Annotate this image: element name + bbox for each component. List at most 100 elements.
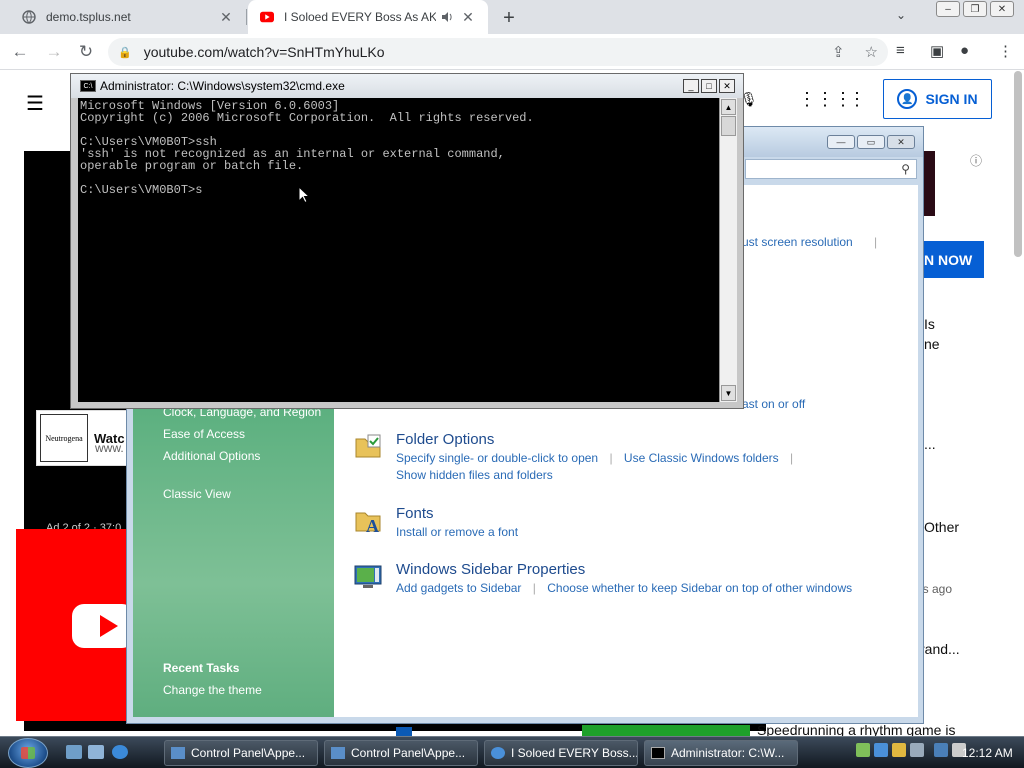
tab-close-icon[interactable]: ✕: [218, 9, 234, 25]
recent-tasks-heading: Recent Tasks: [163, 661, 240, 675]
side-text: Other: [924, 519, 960, 535]
chrome-icon: [491, 747, 505, 759]
tab-youtube-video[interactable]: I Soloed EVERY Boss As AKA ✕: [248, 0, 488, 34]
new-tab-button[interactable]: +: [498, 7, 520, 29]
maximize-button[interactable]: □: [701, 79, 717, 93]
scroll-up-arrow-icon[interactable]: ▲: [721, 99, 736, 115]
globe-icon: [22, 10, 36, 24]
tray-app-icon[interactable]: [874, 743, 888, 757]
control-panel-icon: [331, 747, 345, 759]
mouse-pointer-icon: [298, 186, 310, 204]
info-icon[interactable]: ⓘ: [970, 152, 982, 169]
youtube-icon: [260, 10, 274, 24]
sidebar-properties-link[interactable]: Choose whether to keep Sidebar on top of…: [547, 581, 852, 595]
browser-toolbar: ← → ↻ 🔒 youtube.com/watch?v=SnHTmYhuLKo …: [0, 34, 1024, 70]
bookmark-star-icon[interactable]: ☆: [865, 43, 878, 61]
link-separator: |: [609, 451, 613, 465]
side-thumbnail[interactable]: [924, 151, 935, 216]
folder-options-link[interactable]: Specify single- or double-click to open: [396, 451, 598, 465]
recent-task-change-theme[interactable]: Change the theme: [163, 683, 262, 697]
ad-logo: Neutrogena: [40, 414, 88, 462]
maximize-button[interactable]: ▭: [857, 135, 885, 149]
apps-grid-icon[interactable]: ⋮⋮⋮: [798, 89, 852, 110]
chrome-menu-icon[interactable]: ⋮: [998, 42, 1013, 60]
share-icon[interactable]: ⇪: [832, 43, 845, 61]
restore-button[interactable]: ❐: [963, 1, 987, 17]
sidebar-item-ease-of-access[interactable]: Ease of Access: [163, 427, 245, 441]
internet-explorer-icon[interactable]: [112, 745, 128, 759]
lock-icon: 🔒: [118, 46, 132, 59]
scroll-thumb[interactable]: [721, 116, 736, 136]
folder-options-link[interactable]: Show hidden files and folders: [396, 468, 553, 482]
reload-icon[interactable]: ↻: [74, 40, 98, 64]
tab-demo-tsplus[interactable]: demo.tsplus.net ✕: [10, 0, 246, 34]
sign-in-label: SIGN IN: [925, 91, 978, 107]
control-panel-icon: [171, 747, 185, 759]
tray-app-icon[interactable]: [910, 743, 924, 757]
tray-app-icon[interactable]: [856, 743, 870, 757]
start-button[interactable]: [8, 738, 48, 768]
console-output[interactable]: Microsoft Windows [Version 6.0.6003] Cop…: [78, 98, 719, 402]
fonts-icon: A: [355, 512, 381, 535]
more-options-icon[interactable]: ⋮: [848, 89, 866, 110]
tab-close-icon[interactable]: ✕: [460, 9, 476, 25]
hamburger-menu-icon[interactable]: ☰: [26, 91, 44, 116]
minimize-button[interactable]: –: [936, 1, 960, 17]
cmd-window: C:\ Administrator: C:\Windows\system32\c…: [70, 73, 744, 409]
taskbar-item-label: Control Panel\Appe...: [351, 746, 466, 760]
close-button[interactable]: ✕: [887, 135, 915, 149]
side-text: rand...: [920, 641, 960, 657]
taskbar-item-control-panel[interactable]: Control Panel\Appe...: [324, 740, 478, 766]
ad-card[interactable]: Neutrogena Watc www.: [36, 410, 136, 466]
tab-search-chevron-icon[interactable]: ⌄: [896, 8, 906, 22]
media-control-icon[interactable]: ≡: [896, 42, 905, 59]
address-bar[interactable]: 🔒 youtube.com/watch?v=SnHTmYhuLKo ⇪ ☆: [108, 38, 888, 66]
close-button[interactable]: ✕: [990, 1, 1014, 17]
search-input[interactable]: ⚲: [745, 159, 917, 179]
side-text: ...: [924, 436, 936, 452]
clock[interactable]: 12:12 AM: [962, 746, 1013, 760]
vertical-scrollbar[interactable]: ▲ ▼: [719, 98, 737, 402]
taskbar-item-label: Control Panel\Appe...: [191, 746, 306, 760]
fonts-link[interactable]: Install or remove a font: [396, 525, 518, 539]
classic-view-link[interactable]: Classic View: [163, 487, 231, 501]
console-line: operable program or batch file.: [80, 159, 304, 173]
sign-in-button[interactable]: 👤 SIGN IN: [883, 79, 992, 119]
back-arrow-icon[interactable]: ←: [8, 40, 32, 64]
side-panel-icon[interactable]: ▣: [930, 42, 944, 60]
cmd-app-icon: C:\: [80, 80, 96, 92]
minimize-button[interactable]: _: [683, 79, 699, 93]
switch-windows-icon[interactable]: [88, 745, 104, 759]
side-text: Is: [924, 316, 935, 332]
sidebar-properties-title[interactable]: Windows Sidebar Properties: [396, 561, 585, 578]
adjust-resolution-link[interactable]: ust screen resolution: [742, 235, 853, 249]
minimize-button[interactable]: —: [827, 135, 855, 149]
folder-options-title[interactable]: Folder Options: [396, 431, 494, 448]
taskbar-item-control-panel[interactable]: Control Panel\Appe...: [164, 740, 318, 766]
url-text: youtube.com/watch?v=SnHTmYhuLKo: [143, 44, 385, 60]
folder-icon: [355, 434, 381, 458]
browser-tab-strip: demo.tsplus.net ✕ I Soloed EVERY Boss As…: [0, 0, 1024, 34]
turn-on-off-link[interactable]: ast on or off: [742, 397, 805, 411]
taskbar-item-cmd[interactable]: Administrator: C:\W...: [644, 740, 798, 766]
close-button[interactable]: ✕: [719, 79, 735, 93]
sidebar-properties-link[interactable]: Add gadgets to Sidebar: [396, 581, 521, 595]
show-desktop-icon[interactable]: [66, 745, 82, 759]
link-separator: |: [532, 581, 536, 595]
side-text: ne: [924, 336, 940, 352]
fonts-title[interactable]: Fonts: [396, 505, 434, 522]
speaker-icon[interactable]: [440, 10, 454, 24]
scroll-down-arrow-icon[interactable]: ▼: [721, 385, 736, 401]
network-icon[interactable]: [934, 743, 948, 757]
folder-options-link[interactable]: Use Classic Windows folders: [624, 451, 779, 465]
tray-app-icon[interactable]: [892, 743, 906, 757]
page-scrollbar[interactable]: [1014, 71, 1022, 257]
join-now-button[interactable]: N NOW: [916, 241, 984, 278]
taskbar-item-chrome[interactable]: I Soloed EVERY Boss...: [484, 740, 638, 766]
sidebar-item-additional-options[interactable]: Additional Options: [163, 449, 260, 463]
tab-title: demo.tsplus.net: [46, 10, 131, 24]
link-separator: |: [874, 235, 878, 249]
forward-arrow-icon[interactable]: →: [42, 40, 66, 64]
window-titlebar[interactable]: C:\ Administrator: C:\Windows\system32\c…: [71, 74, 743, 98]
profile-avatar-icon[interactable]: ●: [960, 42, 969, 59]
